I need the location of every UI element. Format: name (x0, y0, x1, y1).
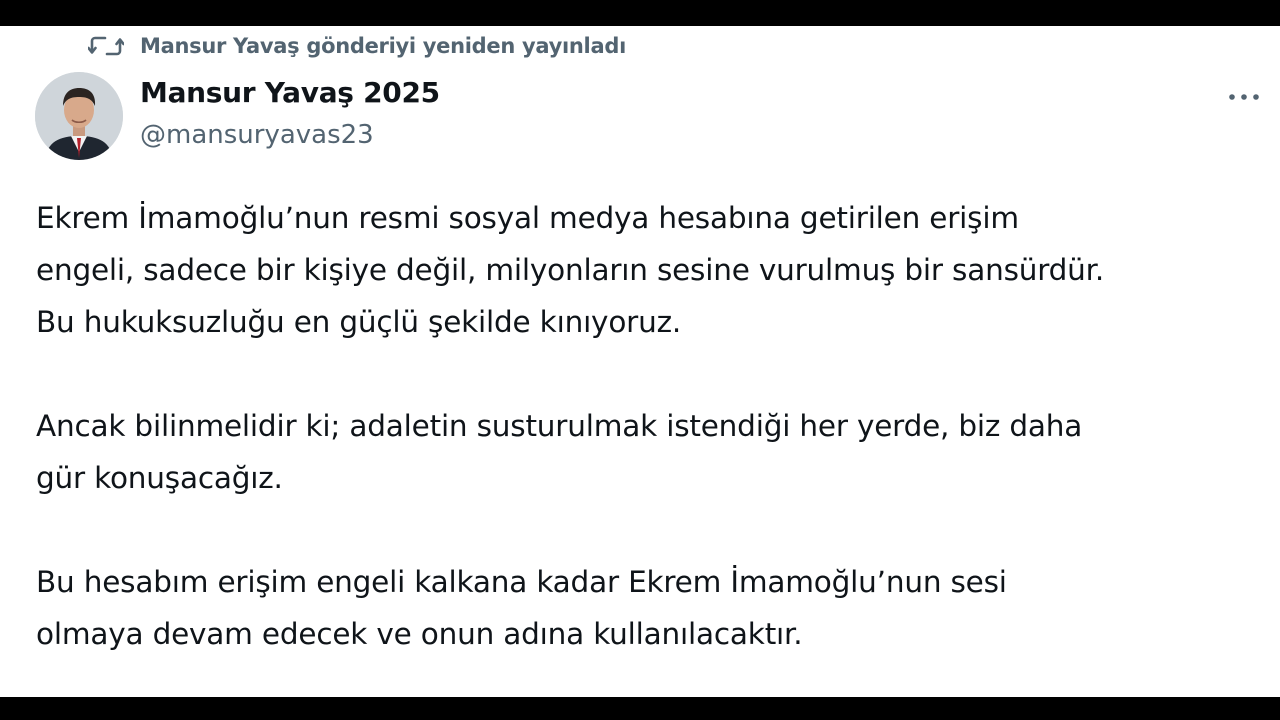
post-line: Bu hesabım erişim engeli kalkana kadar E… (36, 565, 1007, 599)
retweet-indicator[interactable]: Mansur Yavaş gönderiyi yeniden yayınladı (88, 32, 626, 60)
top-letterbox-bar (0, 0, 1280, 26)
more-icon (1229, 94, 1259, 100)
post-text: Ekrem İmamoğlu’nun resmi sosyal medya he… (36, 192, 1266, 660)
retweet-label: Mansur Yavaş gönderiyi yeniden yayınladı (140, 34, 626, 58)
more-options-button[interactable] (1222, 82, 1266, 112)
post-line: Bu hukuksuzluğu en güçlü şekilde kınıyor… (36, 305, 682, 339)
post-line: Ancak bilinmelidir ki; adaletin susturul… (36, 409, 1083, 443)
post-line: engeli, sadece bir kişiye değil, milyonl… (36, 253, 1105, 287)
avatar[interactable] (35, 72, 123, 160)
post-line: Ekrem İmamoğlu’nun resmi sosyal medya he… (36, 201, 1019, 235)
post-line: olmaya devam edecek ve onun adına kullan… (36, 617, 803, 651)
author-display-name[interactable]: Mansur Yavaş 2025 (140, 76, 440, 109)
author-handle[interactable]: @mansuryavas23 (140, 120, 374, 150)
tweet-card[interactable]: Mansur Yavaş gönderiyi yeniden yayınladı… (0, 26, 1280, 697)
post-line: gür konuşacağız. (36, 461, 283, 495)
bottom-letterbox-bar (0, 697, 1280, 720)
retweet-icon (88, 35, 124, 57)
